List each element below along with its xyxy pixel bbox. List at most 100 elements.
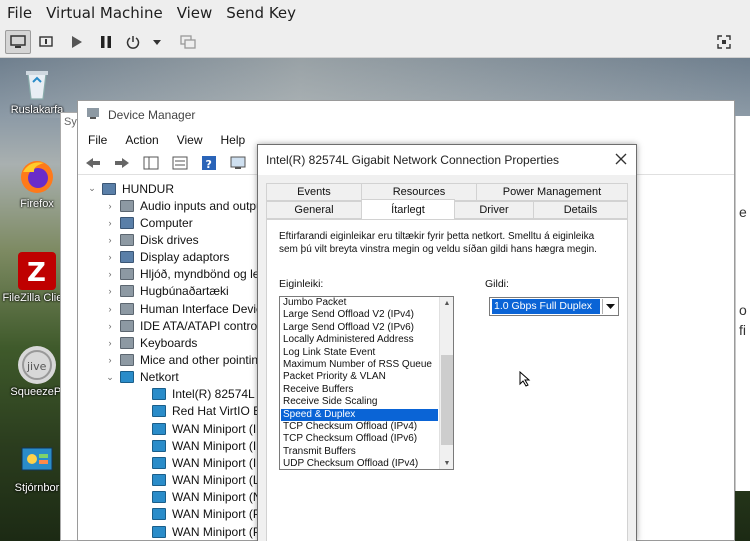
tree-item[interactable]: › IDE ATA/ATAPI controllers bbox=[104, 317, 280, 334]
device-icon bbox=[120, 233, 134, 246]
device-icon bbox=[152, 439, 166, 452]
tree-item[interactable]: WAN Miniport (IP) bbox=[136, 437, 268, 454]
device-icon bbox=[120, 199, 134, 212]
chevron-right-icon[interactable]: › bbox=[104, 252, 116, 262]
property-list-item[interactable]: Large Send Offload V2 (IPv4) bbox=[281, 309, 438, 321]
fullscreen-icon[interactable] bbox=[714, 30, 734, 54]
svg-text:jive: jive bbox=[26, 360, 47, 373]
scan-hardware-icon[interactable] bbox=[227, 153, 249, 173]
strip-text: o bbox=[739, 302, 747, 318]
properties-titlebar[interactable]: Intel(R) 82574L Gigabit Network Connecti… bbox=[258, 145, 636, 175]
svg-text:?: ? bbox=[206, 158, 212, 171]
dm-menu-file[interactable]: File bbox=[88, 133, 107, 147]
tab-advanced[interactable]: Ítarlegt bbox=[361, 199, 455, 219]
scroll-down-arrow-icon[interactable]: ▼ bbox=[440, 457, 453, 469]
properties-body: Events Resources Power Management Genera… bbox=[258, 175, 636, 541]
chevron-down-icon[interactable]: ⌄ bbox=[104, 372, 116, 383]
chevron-right-icon[interactable]: › bbox=[104, 355, 116, 365]
properties-icon[interactable] bbox=[169, 153, 191, 173]
tree-item[interactable]: › Computer bbox=[104, 214, 193, 231]
network-properties-dialog: Intel(R) 82574L Gigabit Network Connecti… bbox=[257, 144, 637, 541]
chevron-right-icon[interactable]: › bbox=[104, 338, 116, 348]
show-hide-tree-icon[interactable] bbox=[140, 153, 162, 173]
property-list-item[interactable]: TCP Checksum Offload (IPv4) bbox=[281, 421, 438, 433]
chevron-right-icon[interactable]: › bbox=[104, 304, 116, 314]
tab-general[interactable]: General bbox=[266, 201, 362, 219]
dm-menu-action[interactable]: Action bbox=[125, 133, 158, 147]
scroll-thumb[interactable] bbox=[441, 355, 453, 445]
property-list-item[interactable]: Transmit Buffers bbox=[281, 446, 438, 458]
power-icon[interactable] bbox=[124, 30, 142, 54]
property-list-item[interactable]: Receive Buffers bbox=[281, 384, 438, 396]
desktop-icon-recycle-bin[interactable]: Ruslakarfa bbox=[2, 64, 72, 117]
vm-menu-view[interactable]: View bbox=[177, 4, 213, 22]
scroll-up-arrow-icon[interactable]: ▲ bbox=[440, 297, 453, 309]
vm-menu-file[interactable]: File bbox=[7, 4, 32, 22]
property-list-item[interactable]: Receive Side Scaling bbox=[281, 396, 438, 408]
property-list-item[interactable]: Packet Priority & VLAN bbox=[281, 371, 438, 383]
property-list-item[interactable]: Large Send Offload V2 (IPv6) bbox=[281, 322, 438, 334]
device-icon bbox=[120, 371, 134, 384]
system-window-title: Sy bbox=[64, 116, 77, 128]
tree-item[interactable]: ⌄ HUNDUR bbox=[86, 180, 174, 197]
chevron-right-icon[interactable]: › bbox=[104, 218, 116, 228]
property-list-item[interactable]: UDP Checksum Offload (IPv4) bbox=[281, 458, 438, 469]
back-arrow-icon[interactable] bbox=[82, 153, 104, 173]
device-icon bbox=[152, 422, 166, 435]
tree-item[interactable]: › Keyboards bbox=[104, 334, 198, 351]
tree-item-label: WAN Miniport (IP) bbox=[172, 438, 269, 453]
property-list-item[interactable]: Maximum Number of RSS Queue bbox=[281, 359, 438, 371]
forward-arrow-icon[interactable] bbox=[111, 153, 133, 173]
tree-item[interactable]: › Hljóð, myndbönd og leik bbox=[104, 266, 269, 283]
vm-menu-send-key[interactable]: Send Key bbox=[226, 4, 296, 22]
tab-driver[interactable]: Driver bbox=[454, 201, 534, 219]
device-manager-title: Device Manager bbox=[108, 108, 196, 122]
tree-item[interactable]: › Display adaptors bbox=[104, 249, 230, 266]
chevron-right-icon[interactable]: › bbox=[104, 269, 116, 279]
tree-item[interactable]: › Disk drives bbox=[104, 231, 199, 248]
property-listbox[interactable]: Jumbo Packet Large Send Offload V2 (IPv4)… bbox=[279, 296, 454, 470]
property-list-item[interactable]: Jumbo Packet bbox=[281, 297, 438, 309]
property-list-item[interactable]: TCP Checksum Offload (IPv6) bbox=[281, 433, 438, 445]
tree-item-label: Computer bbox=[140, 215, 193, 230]
dm-menu-help[interactable]: Help bbox=[221, 133, 246, 147]
details-icon[interactable] bbox=[37, 30, 55, 54]
tab-power-management[interactable]: Power Management bbox=[476, 183, 628, 201]
chevron-right-icon[interactable]: › bbox=[104, 321, 116, 331]
tab-events[interactable]: Events bbox=[266, 183, 362, 201]
property-list-item[interactable]: Locally Administered Address bbox=[281, 334, 438, 346]
property-list-scrollbar[interactable]: ▲ ▼ bbox=[439, 297, 453, 469]
vm-menu-virtual-machine[interactable]: Virtual Machine bbox=[46, 4, 163, 22]
chevron-down-icon[interactable]: ⌄ bbox=[86, 183, 98, 194]
tree-item[interactable]: › Human Interface Devices bbox=[104, 300, 275, 317]
tree-item-label: Human Interface Devices bbox=[140, 301, 275, 316]
value-dropdown[interactable]: 1.0 Gbps Full Duplex bbox=[489, 297, 619, 316]
device-manager-icon bbox=[86, 106, 100, 125]
strip-text: fi bbox=[739, 322, 746, 338]
close-icon[interactable] bbox=[612, 150, 630, 168]
tree-item[interactable]: › Audio inputs and outpu bbox=[104, 197, 263, 214]
chevron-right-icon[interactable]: › bbox=[104, 286, 116, 296]
chevron-right-icon[interactable]: › bbox=[104, 201, 116, 211]
dm-menu-view[interactable]: View bbox=[177, 133, 203, 147]
svg-text:Z: Z bbox=[27, 258, 46, 288]
property-list-item[interactable]: Speed & Duplex bbox=[281, 408, 438, 421]
advanced-description: Eftirfarandi eiginleikar eru tiltækir fy… bbox=[279, 231, 597, 255]
pause-icon[interactable] bbox=[97, 30, 115, 54]
tab-details[interactable]: Details bbox=[533, 201, 628, 219]
play-icon[interactable] bbox=[68, 30, 86, 54]
display-icon[interactable] bbox=[5, 30, 31, 54]
help-icon[interactable]: ? bbox=[198, 153, 220, 173]
chevron-right-icon[interactable]: › bbox=[104, 235, 116, 245]
dropdown-arrow-icon[interactable] bbox=[150, 30, 164, 54]
chevron-down-icon[interactable] bbox=[602, 299, 617, 314]
snapshots-icon[interactable] bbox=[178, 30, 198, 54]
tree-item[interactable]: › Hugbúnaðartæki bbox=[104, 283, 229, 300]
device-manager-titlebar[interactable]: Device Manager bbox=[78, 101, 734, 129]
device-icon bbox=[120, 285, 134, 298]
device-icon bbox=[120, 319, 134, 332]
tree-item[interactable]: › Mice and other pointing bbox=[104, 352, 265, 369]
tree-item[interactable]: ⌄ Netkort bbox=[104, 369, 178, 386]
property-list-item[interactable]: Log Link State Event bbox=[281, 347, 438, 359]
advanced-tab-panel: Eftirfarandi eiginleikar eru tiltækir fy… bbox=[266, 219, 628, 541]
